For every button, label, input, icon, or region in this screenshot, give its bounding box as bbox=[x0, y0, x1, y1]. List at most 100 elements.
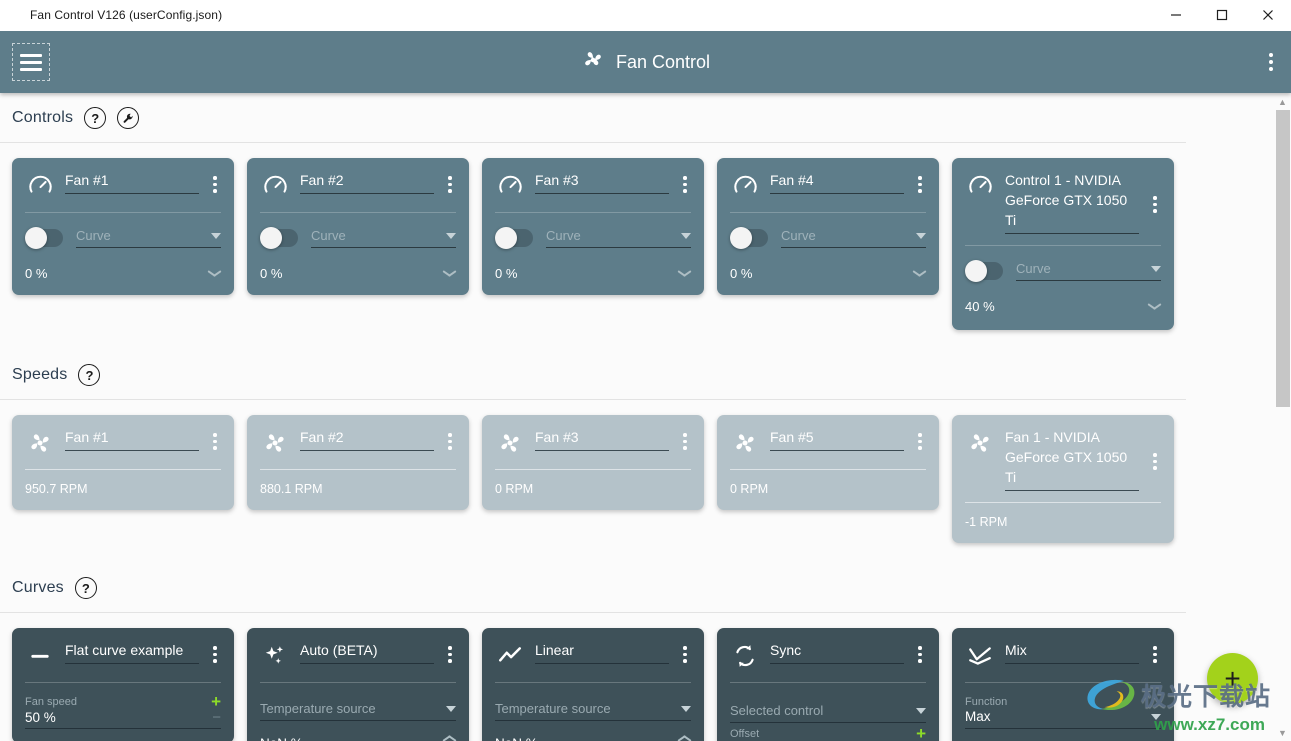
curve-name[interactable]: Sync bbox=[770, 640, 904, 663]
control-name[interactable]: Fan #2 bbox=[300, 170, 434, 193]
help-icon-speeds[interactable]: ? bbox=[78, 364, 101, 386]
control-enable-toggle[interactable] bbox=[495, 227, 533, 249]
function-select[interactable]: Max bbox=[965, 709, 1161, 729]
curve-name[interactable]: Linear bbox=[535, 640, 669, 663]
chevron-down-icon[interactable] bbox=[913, 270, 926, 278]
control-card[interactable]: Fan #4 Curve 0 % bbox=[717, 158, 939, 295]
chevron-down-icon bbox=[1151, 713, 1161, 720]
speed-name[interactable]: Fan 1 - NVIDIA GeForce GTX 1050 Ti bbox=[1005, 427, 1139, 490]
speed-name[interactable]: Fan #2 bbox=[300, 427, 434, 450]
curve-kebab-menu[interactable] bbox=[679, 646, 691, 663]
scrollbar-thumb[interactable] bbox=[1276, 110, 1290, 407]
chevron-down-icon[interactable] bbox=[208, 270, 221, 278]
speed-kebab-menu[interactable] bbox=[1149, 453, 1161, 470]
curve-select[interactable]: Curve bbox=[1016, 261, 1161, 281]
curve-name[interactable]: Auto (BETA) bbox=[300, 640, 434, 663]
control-kebab-menu[interactable] bbox=[679, 176, 691, 193]
speed-name[interactable]: Fan #3 bbox=[535, 427, 669, 450]
control-card[interactable]: Fan #2 Curve 0 % bbox=[247, 158, 469, 295]
speed-card[interactable]: Fan #3 0 RPM bbox=[482, 415, 704, 510]
curve-card-flat[interactable]: Flat curve example Fan speed + 50 % − bbox=[12, 628, 234, 741]
name-underline bbox=[535, 193, 669, 194]
card-divider bbox=[965, 502, 1161, 503]
speed-card[interactable]: Fan 1 - NVIDIA GeForce GTX 1050 Ti -1 RP… bbox=[952, 415, 1174, 543]
curve-select[interactable]: Curve bbox=[311, 228, 456, 248]
curve-select[interactable]: Curve bbox=[781, 228, 926, 248]
control-kebab-menu[interactable] bbox=[1149, 196, 1161, 213]
decrement-button[interactable]: − bbox=[212, 710, 221, 725]
scroll-down-button[interactable]: ▼ bbox=[1274, 724, 1291, 741]
speed-kebab-menu[interactable] bbox=[209, 433, 221, 450]
curve-kebab-menu[interactable] bbox=[914, 646, 926, 663]
gauge-icon bbox=[260, 171, 290, 201]
speed-name[interactable]: Fan #1 bbox=[65, 427, 199, 450]
chevron-down-icon[interactable] bbox=[1148, 303, 1161, 311]
curve-name[interactable]: Mix bbox=[1005, 640, 1139, 663]
temperature-source-select[interactable]: Temperature source bbox=[260, 701, 456, 721]
minimize-button[interactable] bbox=[1153, 0, 1199, 31]
speed-kebab-menu[interactable] bbox=[679, 433, 691, 450]
temperature-source-select[interactable]: Temperature source bbox=[495, 701, 691, 721]
name-underline bbox=[535, 663, 669, 664]
chevron-down-icon[interactable] bbox=[678, 270, 691, 278]
control-card[interactable]: Fan #1 Curve 0 % bbox=[12, 158, 234, 295]
curve-select[interactable]: Curve bbox=[76, 228, 221, 248]
curve-kebab-menu[interactable] bbox=[1149, 646, 1161, 663]
curve-name[interactable]: Flat curve example bbox=[65, 640, 199, 663]
vertical-scrollbar[interactable]: ▲ ▼ bbox=[1274, 93, 1291, 741]
add-button[interactable]: + bbox=[1207, 653, 1258, 704]
curve-card-linear[interactable]: Linear Temperature source NaN % Min. tem… bbox=[482, 628, 704, 741]
fan-speed-value[interactable]: 50 % bbox=[25, 710, 56, 725]
selected-control-select[interactable]: Selected control bbox=[730, 703, 926, 723]
scroll-up-button[interactable]: ▲ bbox=[1274, 93, 1291, 110]
curve-card-auto[interactable]: Auto (BETA) Temperature source NaN % Idl… bbox=[247, 628, 469, 741]
offset-increment[interactable]: + bbox=[916, 725, 926, 741]
control-enable-toggle[interactable] bbox=[730, 227, 768, 249]
hamburger-icon[interactable] bbox=[12, 43, 50, 81]
controls-card-row: Fan #1 Curve 0 % Fan #2 Curve 0 % Fan #3… bbox=[0, 143, 1266, 330]
control-card[interactable]: Fan #3 Curve 0 % bbox=[482, 158, 704, 295]
maximize-button[interactable] bbox=[1199, 0, 1245, 31]
name-underline bbox=[535, 450, 669, 451]
name-underline bbox=[1005, 233, 1139, 234]
speed-rpm: 0 RPM bbox=[730, 482, 769, 496]
control-name[interactable]: Fan #4 bbox=[770, 170, 904, 193]
control-kebab-menu[interactable] bbox=[444, 176, 456, 193]
increment-button[interactable]: + bbox=[211, 693, 221, 710]
help-icon-curves[interactable]: ? bbox=[74, 577, 97, 599]
speed-card[interactable]: Fan #1 950.7 RPM bbox=[12, 415, 234, 510]
name-underline bbox=[65, 450, 199, 451]
control-name[interactable]: Fan #3 bbox=[535, 170, 669, 193]
speed-kebab-menu[interactable] bbox=[914, 433, 926, 450]
control-name[interactable]: Fan #1 bbox=[65, 170, 199, 193]
control-enable-toggle[interactable] bbox=[260, 227, 298, 249]
name-underline bbox=[770, 663, 904, 664]
page-title: Fan Control bbox=[615, 51, 711, 72]
speed-card[interactable]: Fan #2 880.1 RPM bbox=[247, 415, 469, 510]
control-kebab-menu[interactable] bbox=[914, 176, 926, 193]
control-kebab-menu[interactable] bbox=[209, 176, 221, 193]
curve-select[interactable]: Curve bbox=[546, 228, 691, 248]
window-titlebar: Fan Control V126 (userConfig.json) bbox=[0, 0, 1291, 31]
control-enable-toggle[interactable] bbox=[965, 260, 1003, 282]
wrench-icon[interactable] bbox=[117, 107, 140, 129]
name-underline bbox=[1005, 663, 1139, 664]
name-underline bbox=[65, 663, 199, 664]
speed-name[interactable]: Fan #5 bbox=[770, 427, 904, 450]
curve-kebab-menu[interactable] bbox=[209, 646, 221, 663]
mix-icon bbox=[965, 641, 995, 671]
section-title-curves: Curves bbox=[12, 579, 64, 596]
speed-rpm: 950.7 RPM bbox=[25, 482, 88, 496]
close-button[interactable] bbox=[1245, 0, 1291, 31]
help-icon-controls[interactable]: ? bbox=[84, 107, 107, 129]
header-kebab-menu[interactable] bbox=[1269, 53, 1273, 71]
curve-card-sync[interactable]: Sync Selected control Offset + 0 % − bbox=[717, 628, 939, 741]
chevron-down-icon[interactable] bbox=[443, 270, 456, 278]
control-card[interactable]: Control 1 - NVIDIA GeForce GTX 1050 Ti C… bbox=[952, 158, 1174, 330]
speed-card[interactable]: Fan #5 0 RPM bbox=[717, 415, 939, 510]
curve-kebab-menu[interactable] bbox=[444, 646, 456, 663]
speed-kebab-menu[interactable] bbox=[444, 433, 456, 450]
curve-card-mix[interactable]: Mix Function Max Add fan curve NaN % () bbox=[952, 628, 1174, 741]
control-enable-toggle[interactable] bbox=[25, 227, 63, 249]
control-name[interactable]: Control 1 - NVIDIA GeForce GTX 1050 Ti bbox=[1005, 170, 1139, 233]
